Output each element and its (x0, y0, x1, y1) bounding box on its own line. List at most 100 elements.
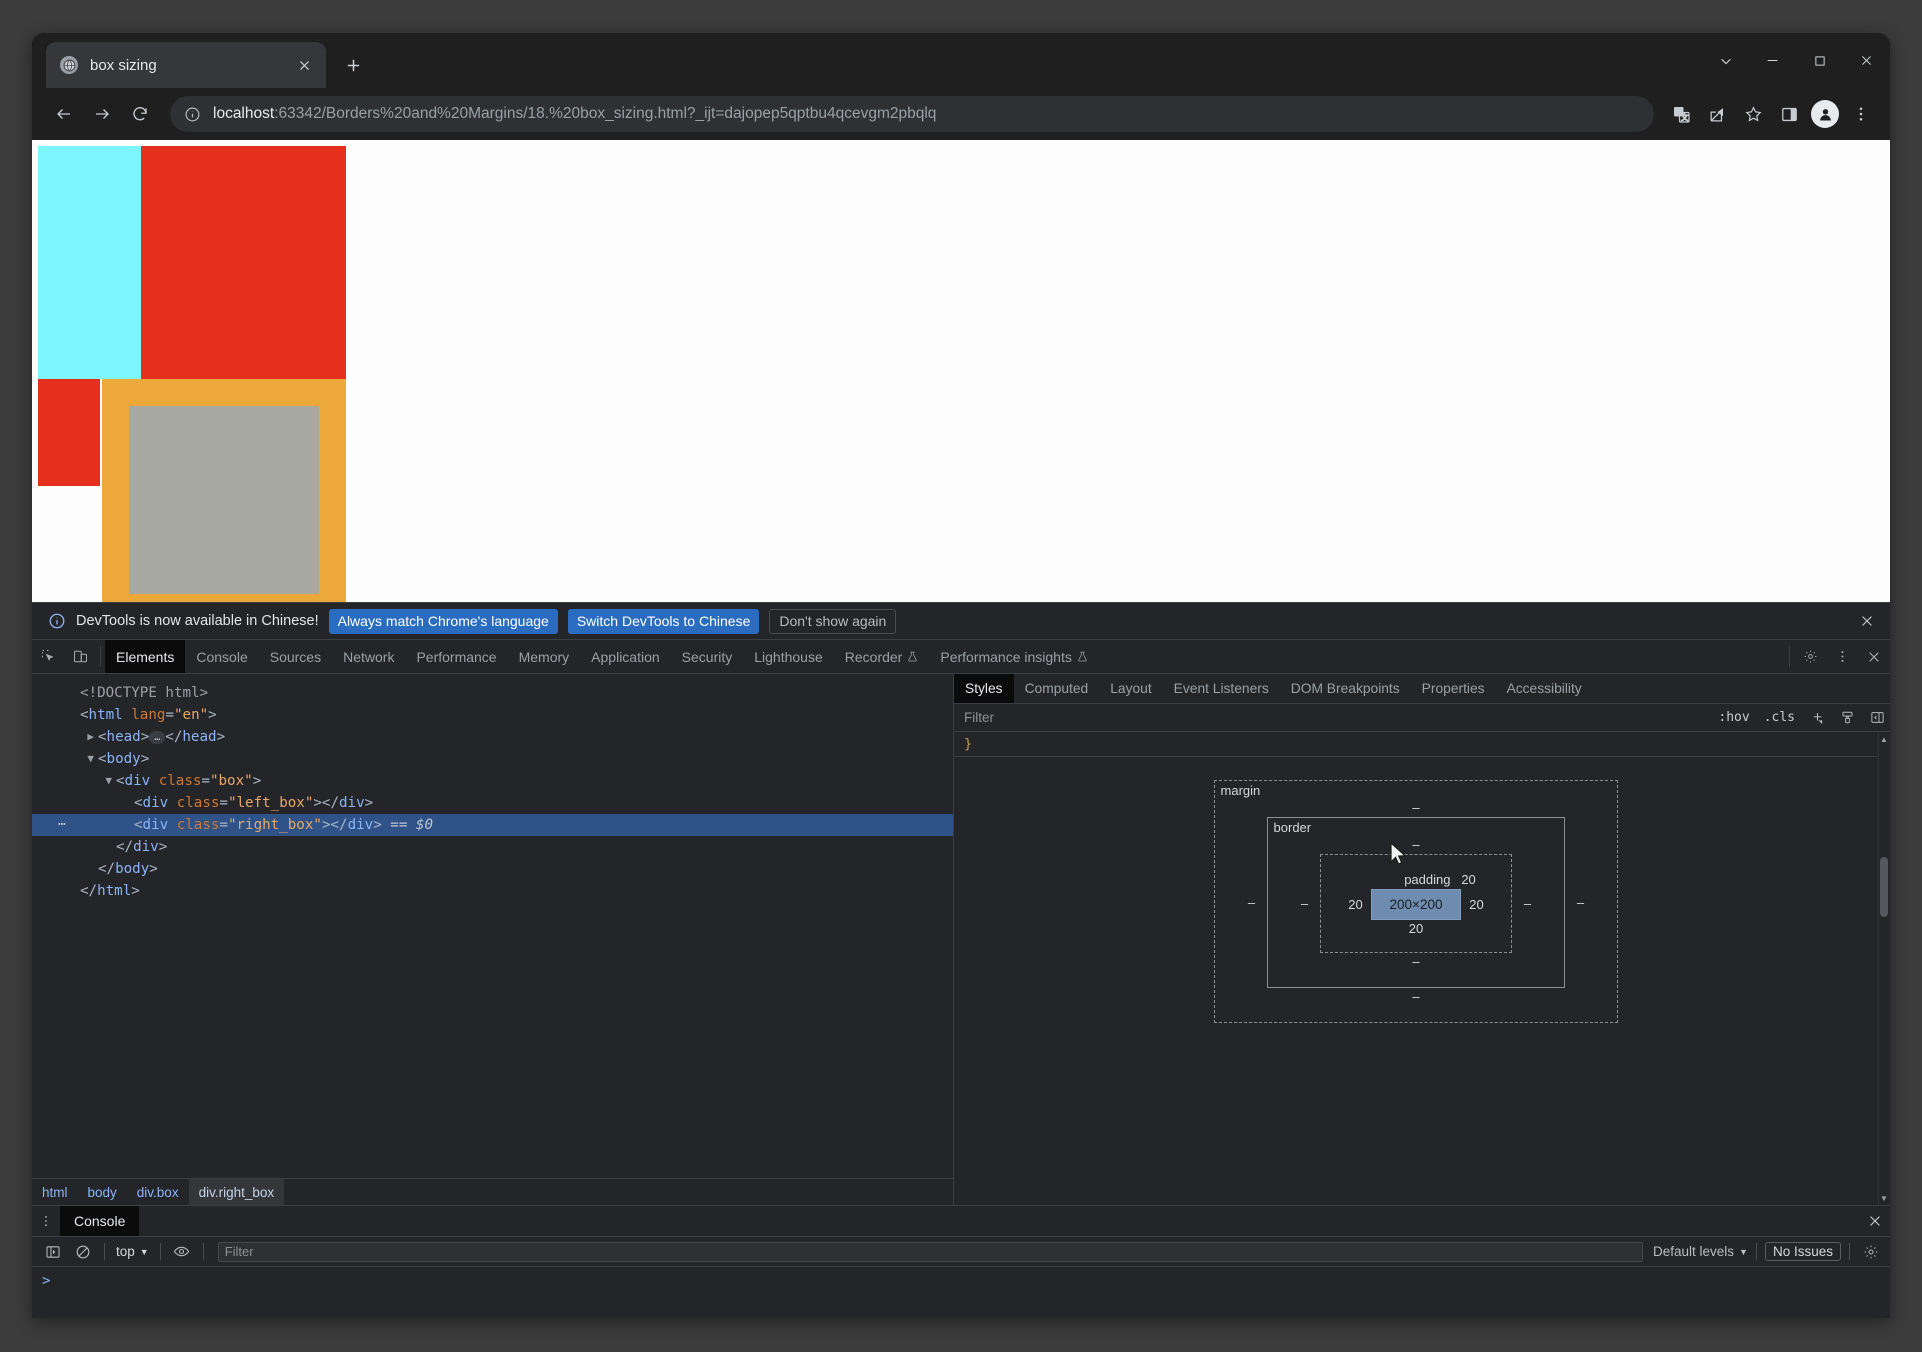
three-dots-vertical-icon[interactable] (32, 1206, 60, 1236)
tab-network[interactable]: Network (332, 640, 405, 673)
dom-tree-node[interactable]: <div class="left_box"></div> (32, 792, 953, 814)
tab-sources[interactable]: Sources (259, 640, 332, 673)
tab-dom-breakpoints[interactable]: DOM Breakpoints (1280, 674, 1411, 703)
tab-performance[interactable]: Performance (405, 640, 507, 673)
tab-event-listeners[interactable]: Event Listeners (1163, 674, 1280, 703)
border-right-value[interactable]: – (1512, 896, 1542, 911)
minimize-button[interactable] (1749, 33, 1796, 88)
gear-icon[interactable] (1858, 1240, 1884, 1264)
breadcrumb-item-div-right-box[interactable]: div.right_box (188, 1179, 285, 1205)
padding-top-value[interactable]: 20 (1461, 872, 1475, 887)
dont-show-again-button[interactable]: Don't show again (769, 608, 897, 634)
no-issues-button[interactable]: No Issues (1764, 1242, 1841, 1261)
always-match-language-button[interactable]: Always match Chrome's language (328, 608, 558, 634)
margin-left-value[interactable]: – (1237, 895, 1267, 910)
border-bottom-value[interactable]: – (1290, 953, 1543, 971)
dom-tree-node[interactable]: </html> (32, 880, 953, 902)
forward-button[interactable] (84, 96, 120, 132)
translate-icon[interactable]: G 文 (1664, 97, 1698, 131)
styles-scrollbar[interactable]: ▲ ▼ (1878, 732, 1890, 1205)
node-more-marker[interactable]: ⋯ (58, 814, 67, 836)
padding-right-value[interactable]: 20 (1461, 897, 1491, 912)
device-toggle-icon[interactable] (64, 640, 96, 673)
drawer-tab-console[interactable]: Console (60, 1206, 140, 1236)
dom-tree-node[interactable]: ▼ <div class="box"> (32, 770, 953, 792)
border-left-value[interactable]: – (1290, 896, 1320, 911)
close-icon[interactable] (292, 53, 316, 77)
console-levels-selector[interactable]: Default levels ▼ (1653, 1244, 1748, 1259)
clear-console-icon[interactable] (70, 1240, 96, 1264)
element-classes-button[interactable]: .cls (1759, 710, 1800, 725)
dom-tree-node[interactable]: </div> (32, 836, 953, 858)
scroll-down-arrow[interactable]: ▼ (1879, 1192, 1889, 1204)
tab-computed[interactable]: Computed (1014, 674, 1100, 703)
styles-filter-input[interactable] (964, 710, 1710, 725)
dom-tree-node[interactable]: ▶ <head>… </head> (32, 726, 953, 748)
share-icon[interactable] (1700, 97, 1734, 131)
close-devtools-icon[interactable] (1858, 640, 1890, 673)
dom-tree-node[interactable]: </body> (32, 858, 953, 880)
star-icon[interactable] (1736, 97, 1770, 131)
breadcrumb-item-html[interactable]: html (32, 1179, 78, 1205)
inspect-element-icon[interactable] (32, 640, 64, 673)
margin-right-value[interactable]: – (1565, 895, 1595, 910)
chevron-right-icon[interactable]: ▶ (32, 726, 98, 748)
dom-tree-node[interactable]: <!DOCTYPE html> (32, 682, 953, 704)
eye-icon[interactable] (169, 1240, 195, 1264)
box-model-border[interactable]: border – – padding 20 20 200×200 20 20 –… (1266, 817, 1566, 988)
div-right-box[interactable] (102, 379, 346, 602)
three-dots-vertical-icon[interactable] (1826, 640, 1858, 673)
tab-application[interactable]: Application (580, 640, 671, 673)
close-drawer-icon[interactable] (1860, 1206, 1890, 1236)
tab-layout[interactable]: Layout (1099, 674, 1162, 703)
reload-button[interactable] (122, 96, 158, 132)
gear-icon[interactable] (1794, 640, 1826, 673)
tab-properties[interactable]: Properties (1411, 674, 1496, 703)
browser-tab[interactable]: box sizing (46, 42, 326, 88)
dom-tree-node[interactable]: ▼ <body> (32, 748, 953, 770)
margin-top-value[interactable]: – (1237, 799, 1596, 817)
back-button[interactable] (46, 96, 82, 132)
tab-security[interactable]: Security (671, 640, 744, 673)
tab-memory[interactable]: Memory (508, 640, 581, 673)
three-dots-vertical-icon[interactable] (1844, 97, 1878, 131)
console-sidebar-icon[interactable] (40, 1240, 66, 1264)
box-model-margin[interactable]: margin – – border – – padding 20 20 200×… (1213, 780, 1619, 1023)
tab-styles[interactable]: Styles (954, 674, 1014, 703)
switch-devtools-language-button[interactable]: Switch DevTools to Chinese (567, 608, 760, 634)
tab-performance-insights[interactable]: Performance insights (929, 640, 1099, 673)
close-icon[interactable] (1854, 608, 1880, 634)
scroll-up-arrow[interactable]: ▲ (1879, 733, 1889, 745)
collapsed-children-badge[interactable]: … (149, 730, 166, 744)
new-tab-button[interactable] (336, 48, 370, 82)
dom-tree[interactable]: <!DOCTYPE html> <html lang="en"> ▶ <head>… <… (32, 674, 953, 1178)
margin-bottom-value[interactable]: – (1237, 988, 1596, 1006)
side-panel-icon[interactable] (1772, 97, 1806, 131)
close-window-button[interactable] (1843, 33, 1890, 88)
padding-bottom-value[interactable]: 20 (1341, 920, 1492, 938)
hover-state-button[interactable]: :hov (1713, 710, 1754, 725)
dom-tree-node[interactable]: ⋯ <div class="right_box"></div> == $0 (32, 814, 953, 836)
paintbrush-icon[interactable] (1834, 707, 1860, 729)
breadcrumb-item-div-box[interactable]: div.box (127, 1179, 189, 1205)
tab-console[interactable]: Console (185, 640, 258, 673)
console-filter-input[interactable] (217, 1241, 1643, 1262)
scrollbar-thumb[interactable] (1880, 857, 1888, 917)
dom-tree-node[interactable]: <html lang="en"> (32, 704, 953, 726)
tab-elements[interactable]: Elements (105, 640, 186, 673)
search-tabs-button[interactable] (1702, 33, 1749, 88)
plus-icon[interactable] (1804, 707, 1830, 729)
chevron-down-icon[interactable]: ▼ (32, 770, 116, 792)
person-avatar-icon[interactable] (1811, 100, 1839, 128)
breadcrumb-item-body[interactable]: body (78, 1179, 127, 1205)
padding-left-value[interactable]: 20 (1341, 897, 1371, 912)
console-output[interactable]: > (32, 1267, 1890, 1318)
info-circle-icon[interactable] (184, 106, 201, 123)
box-model-padding[interactable]: padding 20 20 200×200 20 20 (1319, 854, 1513, 953)
tab-lighthouse[interactable]: Lighthouse (743, 640, 834, 673)
address-bar[interactable]: localhost:63342/Borders%20and%20Margins/… (170, 96, 1654, 132)
panel-toggle-icon[interactable] (1864, 707, 1890, 729)
maximize-button[interactable] (1796, 33, 1843, 88)
box-model-content-size[interactable]: 200×200 (1370, 889, 1462, 920)
tab-recorder[interactable]: Recorder (834, 640, 930, 673)
